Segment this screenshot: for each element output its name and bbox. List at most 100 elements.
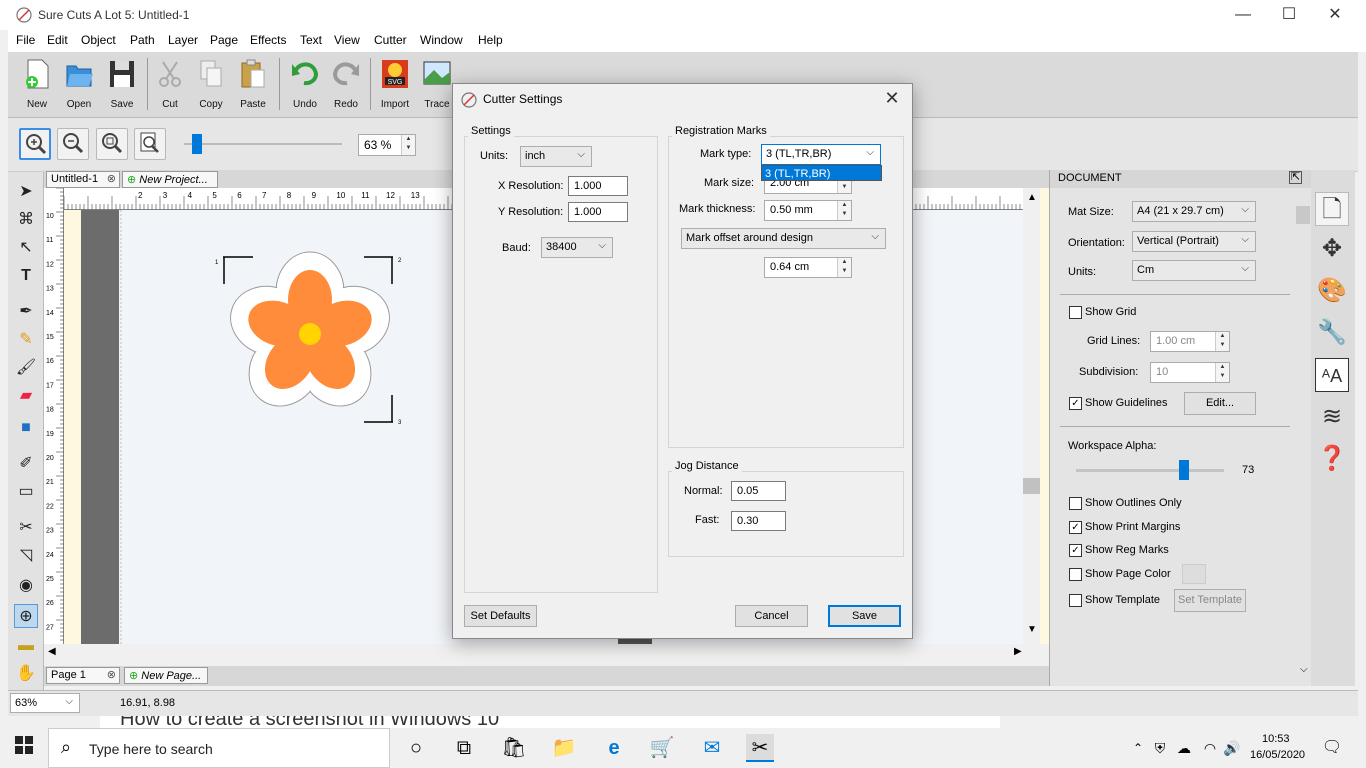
tab-page-1[interactable]: Page 1 ⊗: [46, 667, 120, 684]
layers-icon[interactable]: ≋: [1315, 400, 1349, 434]
menu-effects[interactable]: Effects: [250, 33, 286, 47]
zoom-percent-field[interactable]: 63 % ▲ ▼: [358, 134, 416, 156]
grid-lines-field[interactable]: 1.00 cm ▲ ▼: [1150, 331, 1230, 352]
units-select[interactable]: Cm ⌵: [1132, 260, 1256, 281]
spinner-arrows-icon[interactable]: ▲▼: [837, 201, 851, 220]
menu-layer[interactable]: Layer: [168, 33, 198, 47]
edit-guidelines-button[interactable]: Edit...: [1184, 392, 1256, 415]
scroll-thumb[interactable]: [1023, 478, 1040, 494]
file-explorer-icon[interactable]: 📁: [550, 734, 578, 762]
zoom-fit-button[interactable]: [96, 128, 128, 160]
onedrive-cloud-icon[interactable]: ☁: [1170, 734, 1198, 762]
wrench-icon[interactable]: 🔧: [1315, 316, 1349, 350]
menu-object[interactable]: Object: [81, 33, 116, 47]
scroll-left-icon[interactable]: ◀: [48, 646, 56, 657]
set-template-button[interactable]: Set Template: [1174, 589, 1246, 612]
close-dialog-icon[interactable]: ✕: [880, 88, 904, 109]
vertical-scrollbar[interactable]: ▲ ▼: [1023, 188, 1040, 644]
knife-tool-icon[interactable]: ✂: [14, 516, 38, 540]
save-toolbar-button[interactable]: Save: [100, 58, 144, 114]
workspace-alpha-slider-thumb[interactable]: [1179, 460, 1190, 480]
scroll-right-icon[interactable]: ▶: [1014, 646, 1022, 657]
notifications-icon[interactable]: 🗨: [1318, 734, 1346, 762]
zoom-tool-icon[interactable]: ⊕: [14, 604, 38, 628]
zoom-in-button[interactable]: [19, 128, 51, 160]
close-tab-icon[interactable]: ⊗: [107, 172, 116, 185]
rectangle-tool-icon[interactable]: ▭: [14, 480, 38, 504]
mark-offset-field[interactable]: 0.64 cm ▲ ▼: [764, 257, 852, 278]
show-print-margins-checkbox[interactable]: ✓: [1069, 521, 1082, 534]
import-button[interactable]: SVG Import: [373, 58, 417, 114]
new-button[interactable]: New: [15, 58, 59, 114]
save-button[interactable]: Save: [828, 605, 901, 627]
zoom-slider-track[interactable]: [184, 143, 342, 145]
jog-fast-field[interactable]: 0.30: [731, 511, 786, 531]
panel-scroll-thumb[interactable]: [1296, 206, 1310, 224]
mark-thickness-field[interactable]: 0.50 mm ▲ ▼: [764, 200, 852, 221]
copy-button[interactable]: Copy: [189, 58, 233, 114]
spinner-arrows-icon[interactable]: ▲▼: [401, 135, 415, 155]
open-button[interactable]: Open: [57, 58, 101, 114]
zoom-actual-button[interactable]: [134, 128, 166, 160]
sure-cuts-taskbar-icon[interactable]: ✂: [746, 734, 774, 762]
edge-browser-icon[interactable]: e: [600, 734, 628, 762]
tab-new-page[interactable]: ⊕ New Page...: [124, 667, 208, 684]
pencil-tool-icon[interactable]: ✎: [14, 328, 38, 352]
pen-tool-icon[interactable]: ✒: [14, 300, 38, 324]
mark-type-select[interactable]: 3 (TL,TR,BR) ⌵: [761, 144, 881, 165]
direct-select-icon[interactable]: ↖: [14, 236, 38, 260]
show-reg-marks-checkbox[interactable]: ✓: [1069, 544, 1082, 557]
panel-scroll-down-icon[interactable]: ⌵: [1300, 664, 1308, 675]
page-color-swatch[interactable]: [1182, 564, 1206, 584]
shape-tool-icon[interactable]: ■: [14, 416, 38, 440]
menu-help[interactable]: Help: [478, 33, 503, 47]
show-guidelines-checkbox[interactable]: ✓: [1069, 397, 1082, 410]
mail-icon[interactable]: ✉: [698, 734, 726, 762]
select-arrow-icon[interactable]: ➤: [14, 180, 38, 204]
mark-type-option[interactable]: 3 (TL,TR,BR): [761, 165, 882, 181]
menu-view[interactable]: View: [334, 33, 360, 47]
orientation-select[interactable]: Vertical (Portrait) ⌵: [1132, 231, 1256, 252]
jog-normal-field[interactable]: 0.05: [731, 481, 786, 501]
show-page-color-checkbox[interactable]: [1069, 568, 1082, 581]
paste-button[interactable]: Paste: [231, 58, 275, 114]
menu-cutter[interactable]: Cutter: [374, 33, 407, 47]
spinner-arrows-icon[interactable]: ▲▼: [837, 258, 851, 277]
menu-text[interactable]: Text: [300, 33, 322, 47]
menu-path[interactable]: Path: [130, 33, 155, 47]
shopping-icon[interactable]: 🛒: [648, 734, 676, 762]
minimize-button[interactable]: —: [1220, 0, 1266, 30]
workspace-alpha-slider-track[interactable]: [1076, 469, 1224, 472]
menu-page[interactable]: Page: [210, 33, 238, 47]
zoom-slider-thumb[interactable]: [192, 134, 202, 154]
close-tab-icon[interactable]: ⊗: [107, 668, 116, 681]
x-resolution-field[interactable]: 1.000: [568, 176, 628, 196]
eyedropper-icon[interactable]: ✐: [14, 452, 38, 476]
move-arrows-icon[interactable]: ✥: [1315, 232, 1349, 266]
menu-file[interactable]: File: [16, 33, 35, 47]
windows-start-icon[interactable]: [10, 734, 38, 762]
subdivision-field[interactable]: 10 ▲ ▼: [1150, 362, 1230, 383]
show-outlines-only-checkbox[interactable]: [1069, 497, 1082, 510]
close-window-button[interactable]: ✕: [1312, 0, 1358, 30]
cut-button[interactable]: Cut: [148, 58, 192, 114]
menu-edit[interactable]: Edit: [47, 33, 68, 47]
flower-design[interactable]: [222, 251, 399, 420]
units-select[interactable]: inch ⌵: [520, 146, 592, 167]
weld-tool-icon[interactable]: ◉: [14, 574, 38, 598]
spinner-arrows-icon[interactable]: ▲▼: [1215, 332, 1229, 351]
hand-pan-icon[interactable]: ✋: [14, 662, 38, 686]
measure-tool-icon[interactable]: ▬: [14, 634, 38, 658]
mark-offset-mode-select[interactable]: Mark offset around design ⌵: [681, 228, 886, 249]
brush-tool-icon[interactable]: 🖌: [14, 356, 38, 380]
spinner-arrows-icon[interactable]: ▲▼: [1215, 363, 1229, 382]
maximize-button[interactable]: ☐: [1266, 0, 1312, 30]
text-tool-icon[interactable]: T: [14, 264, 38, 288]
eraser-tool-icon[interactable]: ▰: [14, 384, 38, 408]
task-view-icon[interactable]: ⧉: [450, 734, 478, 762]
zoom-out-button[interactable]: [57, 128, 89, 160]
cancel-button[interactable]: Cancel: [735, 605, 808, 627]
tab-untitled-1[interactable]: Untitled-1 ⊗: [46, 171, 120, 188]
polygon-tool-icon[interactable]: ◹: [14, 544, 38, 568]
status-zoom-select[interactable]: 63% ⌵: [10, 693, 80, 713]
